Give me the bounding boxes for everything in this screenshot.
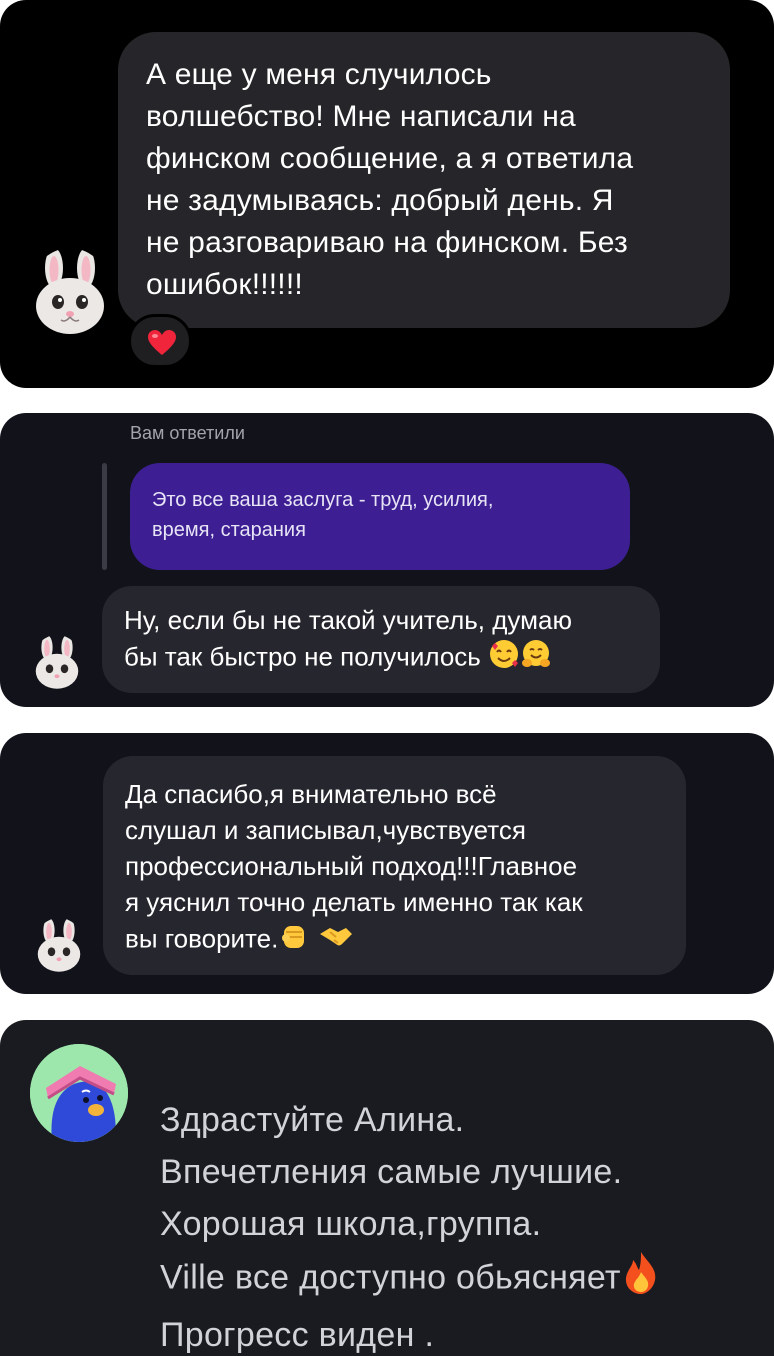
bird-with-book-icon bbox=[30, 1044, 128, 1142]
chat-screenshot-1: А еще у меня случилось волшебство! Мне н… bbox=[0, 0, 774, 388]
smiling-face-with-hearts-icon bbox=[488, 638, 520, 679]
bunny-icon bbox=[36, 248, 104, 334]
quoted-message-text: Это все ваша заслуга - труд, усилия, вре… bbox=[152, 489, 494, 541]
bunny-icon bbox=[35, 635, 79, 689]
reaction-badge[interactable] bbox=[128, 314, 192, 368]
message-text: Здрастуйте Алина. Впечетления самыe лучш… bbox=[160, 1094, 661, 1356]
bunny-avatar[interactable] bbox=[34, 918, 84, 973]
message-bubble[interactable]: А еще у меня случилось волшебство! Мне н… bbox=[118, 32, 730, 328]
reply-indicator-bar bbox=[102, 463, 107, 570]
bunny-icon bbox=[37, 918, 81, 972]
bunny-avatar[interactable] bbox=[30, 248, 110, 336]
message-text: А еще у меня случилось волшебство! Мне н… bbox=[146, 58, 634, 301]
fire-icon bbox=[621, 1250, 661, 1309]
reply-label: Вам ответили bbox=[130, 423, 245, 443]
message-bubble[interactable]: Ну, если бы не такой учитель, думаю бы т… bbox=[102, 586, 660, 693]
cartoon-bird-avatar[interactable] bbox=[30, 1044, 128, 1142]
message-text: Да спасибо,я внимательно всё слушал и за… bbox=[125, 776, 583, 961]
handshake-icon bbox=[318, 922, 354, 959]
message-bubble[interactable]: Да спасибо,я внимательно всё слушал и за… bbox=[103, 756, 686, 975]
hugging-face-icon bbox=[520, 638, 552, 679]
chat-screenshot-2: Вам ответили Это все ваша заслуга - труд… bbox=[0, 413, 774, 707]
quoted-message-bubble[interactable]: Это все ваша заслуга - труд, усилия, вре… bbox=[130, 463, 630, 570]
red-heart-icon bbox=[148, 330, 176, 355]
raised-fist-icon bbox=[278, 920, 310, 961]
message-text: Ну, если бы не такой учитель, думаю бы т… bbox=[124, 602, 572, 679]
chat-screenshot-4: Здрастуйте Алина. Впечетления самыe лучш… bbox=[0, 1020, 774, 1356]
bunny-avatar[interactable] bbox=[32, 635, 82, 690]
chat-screenshot-3: Да спасибо,я внимательно всё слушал и за… bbox=[0, 733, 774, 994]
